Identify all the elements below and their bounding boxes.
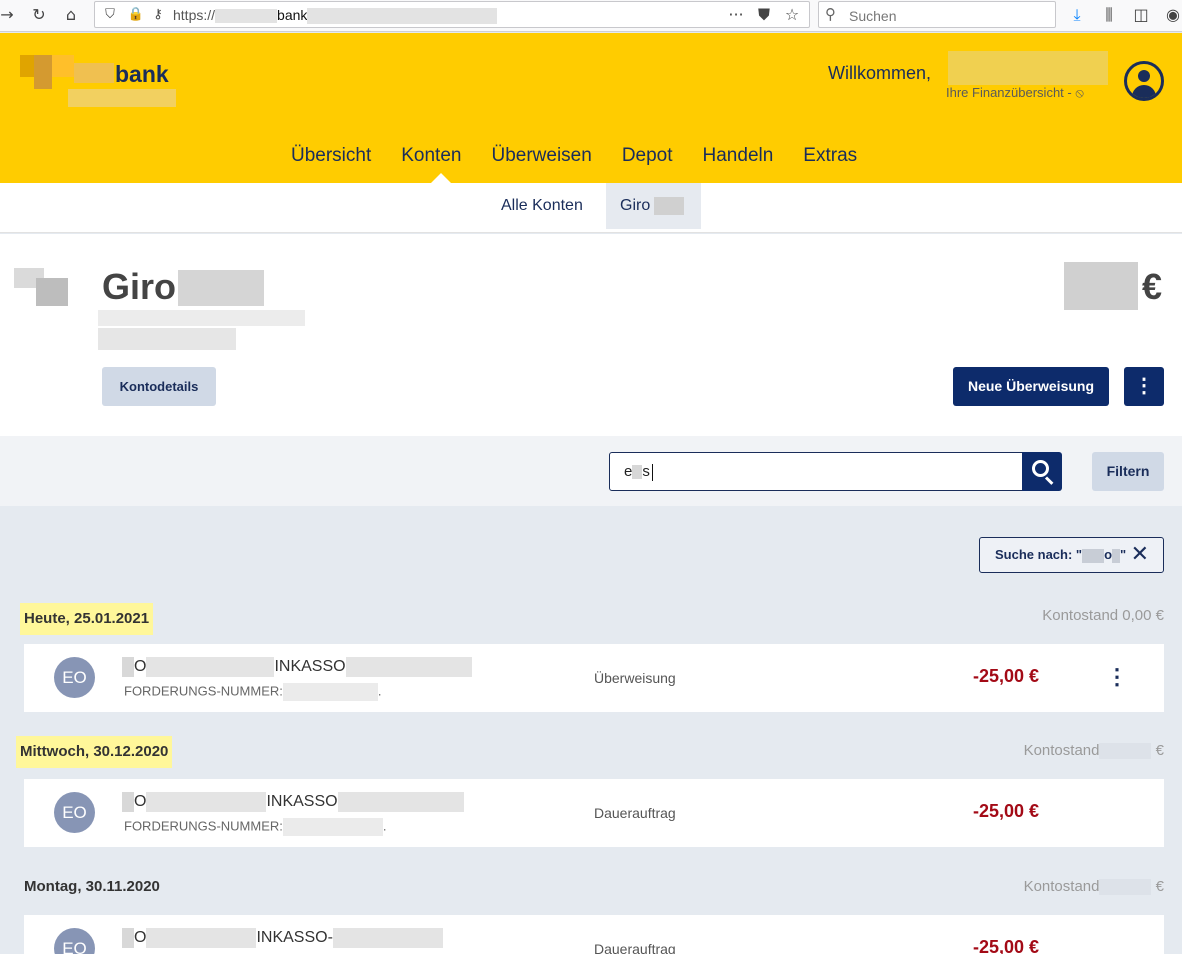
account-title: Giro <box>102 266 177 307</box>
nav-konten[interactable]: Konten <box>401 145 461 171</box>
nav-depot[interactable]: Depot <box>622 145 673 171</box>
balance-label: Kontostand 0,00 € <box>1042 607 1164 624</box>
transaction-type: Dauerauftrag <box>594 941 676 954</box>
home-icon[interactable]: ⌂ <box>60 4 82 26</box>
library-icon[interactable]: ⫼ <box>1098 4 1120 26</box>
transaction-reference: FORDERUNGS-NUMMER:. <box>124 683 382 701</box>
site-header: bank Willkommen, Ihre Finanzübersicht - … <box>0 33 1182 183</box>
nav-ueberweisen[interactable]: Überweisen <box>491 145 591 171</box>
close-icon[interactable]: ✕ <box>1131 538 1149 572</box>
payee-avatar: EO <box>54 657 95 698</box>
main-nav: Übersicht Konten Überweisen Depot Handel… <box>276 145 872 171</box>
more-options-icon[interactable]: ⋮ <box>1106 664 1128 690</box>
balance-label: Kontostand € <box>1023 878 1164 896</box>
payee-avatar: EO <box>54 792 95 833</box>
profile-avatar-button[interactable] <box>1124 61 1164 101</box>
payee-name: O INKASSO <box>122 792 464 812</box>
payee-name: O INKASSO- <box>122 928 443 948</box>
search-filter-chip: Suche nach: " o " ✕ <box>979 537 1164 573</box>
browser-search-input[interactable]: ⚲ Suchen <box>818 1 1056 28</box>
nav-handeln[interactable]: Handeln <box>703 145 774 171</box>
browser-toolbar: → ↻ ⌂ ⛉ 🔒 ⚷ https://bank ··· ⛊ ☆ ⚲ Suche… <box>0 0 1182 32</box>
key-icon[interactable]: ⚷ <box>147 4 169 26</box>
balance-currency: € <box>1142 266 1163 307</box>
logo-text: bank <box>115 61 169 87</box>
subnav-giro[interactable]: Giro <box>606 183 701 229</box>
filter-button[interactable]: Filtern <box>1092 452 1164 491</box>
nav-uebersicht[interactable]: Übersicht <box>291 145 371 171</box>
active-nav-indicator <box>431 173 451 183</box>
search-icon: ⚲ <box>825 5 836 23</box>
transaction-type: Dauerauftrag <box>594 805 676 821</box>
finance-overview-link[interactable]: Ihre Finanzübersicht - ⦸ <box>946 85 1084 101</box>
date-header: Mittwoch, 30.12.2020 <box>16 736 173 768</box>
account-holder-redacted <box>98 328 236 350</box>
shield-icon[interactable]: ⛉ <box>99 4 121 26</box>
forward-icon[interactable]: → <box>0 4 18 26</box>
balance-redacted <box>1064 262 1138 310</box>
transaction-row[interactable]: EO O INKASSO FORDERUNGS-NUMMER:. Überweis… <box>24 644 1164 712</box>
transaction-reference: FORDERUNGS-NUMMER:. <box>124 818 387 836</box>
bank-logo[interactable]: bank <box>20 55 180 111</box>
transaction-search-bar: es Filtern <box>0 436 1182 506</box>
subnav-alle-konten[interactable]: Alle Konten <box>501 183 583 229</box>
transaction-amount: -25,00 € <box>973 937 1040 954</box>
transaction-row[interactable]: EO O INKASSO FORDERUNGS-NUMMER:. Dauerauf… <box>24 779 1164 847</box>
hidden-icon[interactable]: ⦸ <box>1075 85 1083 100</box>
account-icon <box>14 268 68 306</box>
bookmark-star-icon[interactable]: ☆ <box>781 4 803 26</box>
balance-label: Kontostand € <box>1023 742 1164 760</box>
payee-avatar: EO <box>54 928 95 954</box>
pocket-icon[interactable]: ⛊ <box>753 4 775 26</box>
lock-icon[interactable]: 🔒 <box>125 4 147 26</box>
search-icon[interactable] <box>1022 452 1062 491</box>
transaction-type: Überweisung <box>594 670 676 686</box>
sub-nav: Alle Konten Giro <box>0 183 1182 233</box>
transaction-search-input[interactable]: es <box>609 452 1023 491</box>
download-icon[interactable]: ⤓ <box>1066 4 1088 26</box>
url-bar[interactable]: ⛉ 🔒 ⚷ https://bank ··· ⛊ ☆ <box>94 1 810 28</box>
user-name-redacted <box>948 51 1108 85</box>
sidebar-icon[interactable]: ◫ <box>1130 4 1152 26</box>
account-number-redacted <box>178 270 264 306</box>
account-icon[interactable]: ◉ <box>1162 4 1182 26</box>
page-actions-icon[interactable]: ··· <box>725 4 747 26</box>
transaction-amount: -25,00 € <box>973 801 1040 821</box>
iban-redacted <box>98 310 305 326</box>
more-options-icon[interactable]: ⋮ <box>1124 367 1164 406</box>
nav-extras[interactable]: Extras <box>803 145 857 171</box>
transaction-amount: -25,00 € <box>973 666 1040 686</box>
payee-name: O INKASSO <box>122 657 472 677</box>
url-text: https://bank <box>173 7 498 25</box>
new-transfer-button[interactable]: Neue Überweisung <box>953 367 1109 406</box>
reload-icon[interactable]: ↻ <box>28 4 50 26</box>
search-placeholder: Suchen <box>849 8 897 24</box>
account-header: Giro € Kontodetails Neue Überweisung ⋮ <box>0 234 1182 436</box>
date-header: Montag, 30.11.2020 <box>24 878 160 895</box>
welcome-text: Willkommen, <box>828 63 932 83</box>
date-header: Heute, 25.01.2021 <box>20 603 154 635</box>
transaction-row[interactable]: EO O INKASSO- Dauerauftrag -25,00 € <box>24 915 1164 954</box>
kontodetails-button[interactable]: Kontodetails <box>102 367 216 406</box>
